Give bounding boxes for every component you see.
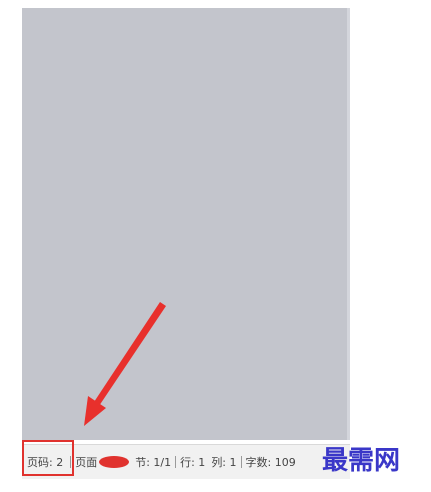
status-word-count[interactable]: 字数: 109 [243,445,299,479]
status-bar: 页码: 2 页面 节: 1/1 行: 1 列: 1 字数: 109 [22,444,350,479]
status-separator [70,456,72,468]
status-separator [240,456,242,468]
status-separator [175,456,177,468]
status-page-number[interactable]: 页码: 2 [22,445,69,479]
watermark-logo: 最需网 [322,446,401,476]
status-column[interactable]: 列: 1 [208,445,239,479]
status-section[interactable]: 节: 1/1 [132,445,174,479]
document-workspace[interactable] [22,8,350,440]
screenshot-stage: 页码: 2 页面 节: 1/1 行: 1 列: 1 字数: 109 最需网 [0,0,431,492]
status-page[interactable]: 页面 [72,445,132,479]
status-row[interactable]: 行: 1 [177,445,208,479]
status-page-label: 页面 [75,456,98,469]
redaction-mark [99,456,130,468]
